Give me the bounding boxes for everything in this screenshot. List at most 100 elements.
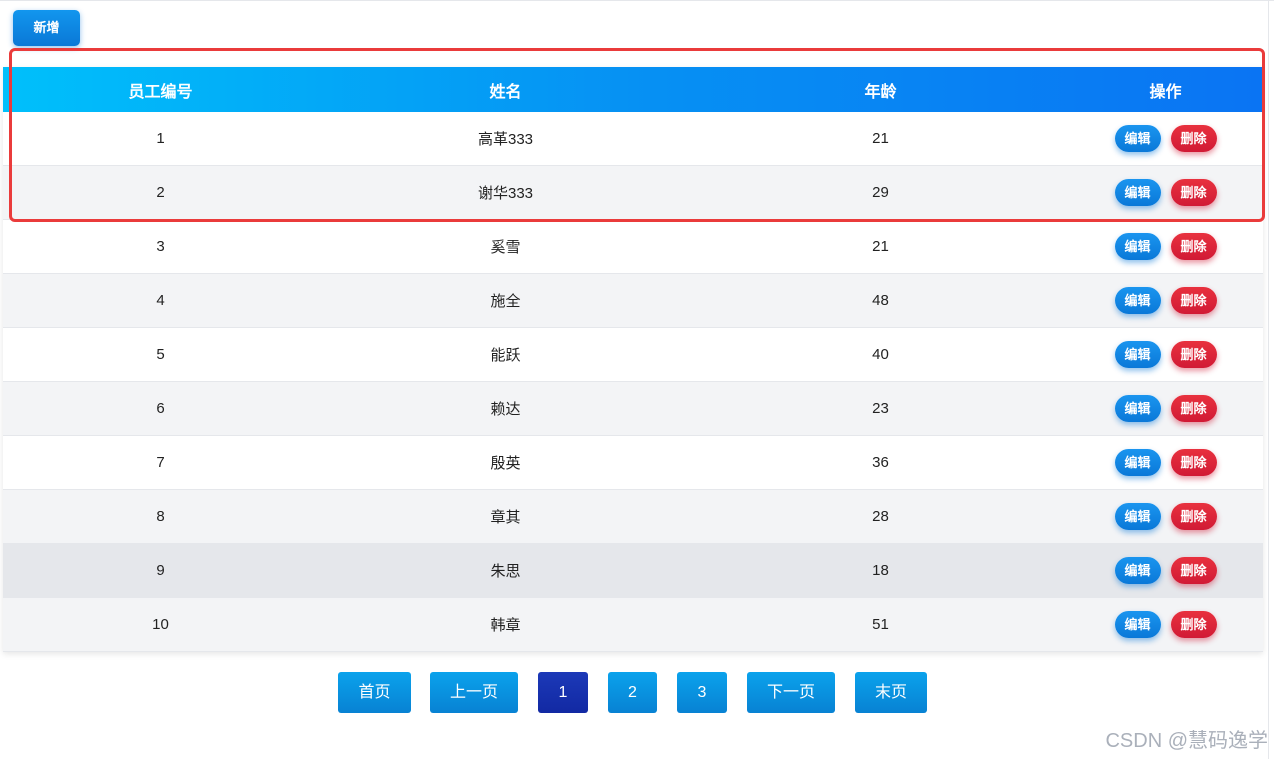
cell-employee-id: 4: [3, 273, 318, 328]
employee-table-container: 员工编号 姓名 年龄 操作 1 高革333 21 编辑 删除 2 谢华333 29 编辑 删除 3 奚…: [3, 67, 1263, 652]
edit-button[interactable]: 编辑: [1114, 611, 1161, 638]
cell-age: 48: [693, 273, 1068, 328]
table-row: 4 施全 48 编辑 删除: [3, 273, 1263, 328]
row-actions: 编辑 删除: [1068, 611, 1263, 638]
cell-age: 21: [693, 219, 1068, 274]
row-actions: 编辑 删除: [1068, 557, 1263, 584]
add-button[interactable]: 新增: [13, 10, 80, 46]
row-actions: 编辑 删除: [1068, 179, 1263, 206]
cell-actions: 编辑 删除: [1068, 435, 1263, 490]
cell-name: 韩章: [318, 597, 693, 652]
cell-employee-id: 6: [3, 381, 318, 436]
header-name: 姓名: [489, 83, 522, 101]
delete-button[interactable]: 删除: [1170, 503, 1217, 530]
edit-button[interactable]: 编辑: [1114, 395, 1161, 422]
cell-actions: 编辑 删除: [1068, 219, 1263, 274]
page-button-3[interactable]: 3: [677, 672, 727, 713]
edit-button[interactable]: 编辑: [1114, 449, 1161, 476]
pagination: 首页 上一页 1 2 3 下一页 末页: [0, 672, 1268, 713]
cell-name: 奚雪: [318, 219, 693, 274]
table-header: 员工编号 姓名 年龄 操作: [3, 67, 1263, 112]
row-actions: 编辑 删除: [1068, 449, 1263, 476]
table-row: 7 殷英 36 编辑 删除: [3, 435, 1263, 490]
page-next-button[interactable]: 下一页: [747, 672, 835, 713]
cell-age: 40: [693, 327, 1068, 382]
page-last-button[interactable]: 末页: [855, 672, 927, 713]
row-actions: 编辑 删除: [1068, 341, 1263, 368]
cell-name: 赖达: [318, 381, 693, 436]
cell-name: 高革333: [318, 112, 693, 166]
cell-name: 施全: [318, 273, 693, 328]
watermark: CSDN @慧码逸学: [1105, 730, 1268, 752]
table-row: 9 朱思 18 编辑 删除: [3, 543, 1263, 598]
table-row: 10 韩章 51 编辑 删除: [3, 597, 1263, 652]
cell-name: 章其: [318, 489, 693, 544]
delete-button[interactable]: 删除: [1170, 611, 1217, 638]
cell-age: 28: [693, 489, 1068, 544]
table-body: 1 高革333 21 编辑 删除 2 谢华333 29 编辑 删除 3 奚雪 21 编辑 删除 4 施全 48 编辑…: [3, 112, 1263, 652]
delete-button[interactable]: 删除: [1170, 341, 1217, 368]
page-first-button[interactable]: 首页: [338, 672, 411, 713]
edit-button[interactable]: 编辑: [1114, 179, 1161, 206]
cell-employee-id: 7: [3, 435, 318, 490]
header-age: 年龄: [864, 83, 897, 101]
cell-actions: 编辑 删除: [1068, 489, 1263, 544]
table-row: 8 章其 28 编辑 删除: [3, 489, 1263, 544]
page-button-2[interactable]: 2: [608, 672, 657, 713]
edit-button[interactable]: 编辑: [1114, 233, 1161, 260]
table-row: 3 奚雪 21 编辑 删除: [3, 219, 1263, 274]
page-prev-button[interactable]: 上一页: [430, 672, 518, 713]
edit-button[interactable]: 编辑: [1114, 503, 1161, 530]
delete-button[interactable]: 删除: [1170, 557, 1217, 584]
delete-button[interactable]: 删除: [1170, 287, 1217, 314]
cell-actions: 编辑 删除: [1068, 327, 1263, 382]
cell-actions: 编辑 删除: [1068, 165, 1263, 220]
cell-age: 21: [693, 112, 1068, 166]
cell-actions: 编辑 删除: [1068, 597, 1263, 652]
header-actions: 操作: [1149, 83, 1182, 101]
cell-employee-id: 9: [3, 543, 318, 598]
edit-button[interactable]: 编辑: [1114, 341, 1161, 368]
cell-age: 18: [693, 543, 1068, 598]
edit-button[interactable]: 编辑: [1114, 125, 1161, 152]
table-row: 2 谢华333 29 编辑 删除: [3, 165, 1263, 220]
cell-employee-id: 8: [3, 489, 318, 544]
table-row: 6 赖达 23 编辑 删除: [3, 381, 1263, 436]
cell-employee-id: 1: [3, 112, 318, 166]
delete-button[interactable]: 删除: [1170, 125, 1217, 152]
cell-actions: 编辑 删除: [1068, 273, 1263, 328]
row-actions: 编辑 删除: [1068, 233, 1263, 260]
cell-employee-id: 5: [3, 327, 318, 382]
header-employee-id: 员工编号: [128, 83, 193, 101]
edit-button[interactable]: 编辑: [1114, 287, 1161, 314]
row-actions: 编辑 删除: [1068, 287, 1263, 314]
cell-employee-id: 2: [3, 165, 318, 220]
top-border: [0, 0, 1274, 1]
row-actions: 编辑 删除: [1068, 125, 1263, 152]
cell-age: 36: [693, 435, 1068, 490]
cell-name: 朱思: [318, 543, 693, 598]
cell-age: 23: [693, 381, 1068, 436]
cell-name: 谢华333: [318, 165, 693, 220]
cell-employee-id: 10: [3, 597, 318, 652]
cell-actions: 编辑 删除: [1068, 112, 1263, 166]
delete-button[interactable]: 删除: [1170, 449, 1217, 476]
right-border: [1268, 0, 1269, 759]
row-actions: 编辑 删除: [1068, 503, 1263, 530]
cell-age: 29: [693, 165, 1068, 220]
cell-age: 51: [693, 597, 1068, 652]
cell-actions: 编辑 删除: [1068, 381, 1263, 436]
edit-button[interactable]: 编辑: [1114, 557, 1161, 584]
table-row: 1 高革333 21 编辑 删除: [3, 112, 1263, 166]
row-actions: 编辑 删除: [1068, 395, 1263, 422]
table-row: 5 能跃 40 编辑 删除: [3, 327, 1263, 382]
cell-actions: 编辑 删除: [1068, 543, 1263, 598]
delete-button[interactable]: 删除: [1170, 179, 1217, 206]
page-button-1[interactable]: 1: [538, 672, 588, 713]
cell-name: 殷英: [318, 435, 693, 490]
delete-button[interactable]: 删除: [1170, 233, 1217, 260]
cell-employee-id: 3: [3, 219, 318, 274]
cell-name: 能跃: [318, 327, 693, 382]
delete-button[interactable]: 删除: [1170, 395, 1217, 422]
employee-table: 员工编号 姓名 年龄 操作 1 高革333 21 编辑 删除 2 谢华333 29 编辑 删除 3 奚…: [3, 67, 1263, 652]
